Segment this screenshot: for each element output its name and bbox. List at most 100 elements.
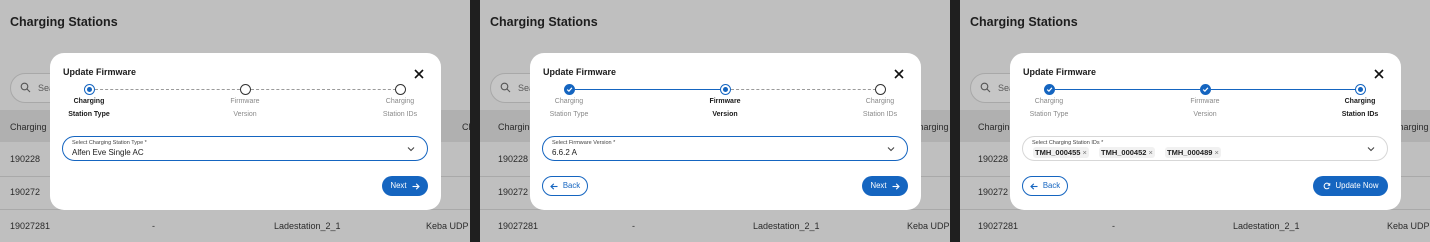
stepper-connector <box>731 89 881 90</box>
search-icon <box>980 82 991 93</box>
step-label-line: Station IDs <box>862 110 898 118</box>
step-label-line: Station Type <box>1029 110 1069 118</box>
step-label-station-type: Charging Station Type <box>1009 96 1089 121</box>
field-value: 6.6.2 A <box>552 148 577 157</box>
chip-label: TMH_000489 <box>1167 148 1213 157</box>
chip-remove-icon[interactable]: × <box>1082 148 1086 157</box>
station-id-chip[interactable]: TMH_000452 × <box>1099 147 1155 158</box>
field-value: Alfen Eve Single AC <box>72 148 144 157</box>
step-label-firmware-version: Firmware Version <box>685 96 765 121</box>
table-cell-id: 190272 <box>10 187 41 197</box>
step-label-firmware-version: Firmware Version <box>1165 96 1245 121</box>
table-cell-id: 19027281 <box>498 221 539 231</box>
chevron-down-icon <box>887 147 895 152</box>
chip-label: TMH_000455 <box>1035 148 1081 157</box>
step-label-line: Firmware <box>1190 98 1220 105</box>
step-indicator-station-type <box>564 84 575 95</box>
step-indicator-firmware-version <box>1200 84 1211 95</box>
step-label-line: Station Type <box>68 110 110 118</box>
check-icon <box>1202 87 1209 93</box>
stepper-connector <box>1055 89 1205 90</box>
arrow-left-icon <box>1030 182 1038 190</box>
table-cell-id: 19027281 <box>10 221 51 231</box>
column-header-charging: Charging <box>10 122 47 132</box>
next-button[interactable]: Next <box>862 176 908 196</box>
chevron-down-icon <box>1367 147 1375 152</box>
modal-title: Update Firmware <box>543 67 617 77</box>
table-cell-id: 190228 <box>498 154 529 164</box>
step-label-line: Charging <box>1034 98 1064 105</box>
table-cell-dash: - <box>152 221 155 231</box>
field-label: Select Charging Station Type * <box>72 140 147 146</box>
step-indicator-firmware-version <box>720 84 731 95</box>
screen-step-3: Charging Stations Sea Charging Charging … <box>960 0 1430 242</box>
step-label-line: Version <box>712 110 738 118</box>
chip-remove-icon[interactable]: × <box>1214 148 1218 157</box>
step-label-line: Charging <box>865 98 895 105</box>
screen-step-1: Charging Stations Sea Charging Charging … <box>0 0 470 242</box>
step-label-line: Charging <box>554 98 584 105</box>
update-firmware-modal: Update Firmware Charging Station Type Fi… <box>50 53 441 210</box>
step-label-firmware-version: Firmware Version <box>205 96 285 121</box>
close-icon[interactable] <box>1372 67 1386 81</box>
back-button[interactable]: Back <box>542 176 588 196</box>
step-label-line: Charging <box>1344 98 1376 105</box>
table-cell-name: Ladestation_2_1 <box>1233 221 1300 231</box>
table-cell-type: Keba UDP A <box>907 221 950 231</box>
station-ids-multiselect[interactable]: Select Charging Station IDs * TMH_000455… <box>1022 136 1388 161</box>
step-label-line: Charging <box>73 98 105 105</box>
table-cell-dash: - <box>632 221 635 231</box>
table-cell-type: Keba UDP A <box>426 221 470 231</box>
step-label-station-type: Charging Station Type <box>529 96 609 121</box>
table-cell-id: 190228 <box>978 154 1009 164</box>
page-title: Charging Stations <box>490 15 598 29</box>
step-label-station-ids: Charging Station IDs <box>1320 96 1400 121</box>
update-now-button[interactable]: Update Now <box>1313 176 1388 196</box>
step-indicator-station-type <box>1044 84 1055 95</box>
step-label-line: Version <box>1193 110 1217 118</box>
screen-step-2: Charging Stations Sea Charging Charging … <box>480 0 950 242</box>
step-indicator-station-ids <box>1355 84 1366 95</box>
close-icon[interactable] <box>412 67 426 81</box>
back-button[interactable]: Back <box>1022 176 1068 196</box>
next-button[interactable]: Next <box>382 176 428 196</box>
step-label-station-ids: Charging Station IDs <box>840 96 920 121</box>
step-indicator-firmware-version <box>240 84 251 95</box>
step-indicator-station-ids <box>395 84 406 95</box>
page-title: Charging Stations <box>10 15 118 29</box>
field-label: Select Firmware Version * <box>552 140 616 146</box>
station-type-select[interactable]: Select Charging Station Type * Alfen Eve… <box>62 136 428 161</box>
update-firmware-modal: Update Firmware Charging Station Type Fi… <box>530 53 921 210</box>
step-indicator-station-type <box>84 84 95 95</box>
table-cell-type: Keba UDP A <box>1387 221 1430 231</box>
step-label-line: Charging <box>385 98 415 105</box>
step-indicator-station-ids <box>875 84 886 95</box>
step-label-line: Version <box>233 110 257 118</box>
station-id-chip[interactable]: TMH_000489 × <box>1165 147 1221 158</box>
stepper-connector <box>95 89 245 90</box>
step-label-line: Station Type <box>549 110 589 118</box>
chevron-down-icon <box>407 147 415 152</box>
table-cell-dash: - <box>1112 221 1115 231</box>
table-cell-id: 19027281 <box>978 221 1019 231</box>
step-label-line: Station IDs <box>382 110 418 118</box>
chip-label: TMH_000452 <box>1101 148 1147 157</box>
table-cell-id: 190228 <box>10 154 41 164</box>
stepper-connector <box>1211 89 1361 90</box>
firmware-version-select[interactable]: Select Firmware Version * 6.6.2 A <box>542 136 908 161</box>
back-button-label: Back <box>1042 181 1061 190</box>
chip-remove-icon[interactable]: × <box>1148 148 1152 157</box>
arrow-right-icon <box>892 182 900 190</box>
back-button-label: Back <box>562 181 581 190</box>
modal-title: Update Firmware <box>63 67 137 77</box>
arrow-right-icon <box>412 182 420 190</box>
step-label-line: Firmware <box>230 98 260 105</box>
column-header-charging-station: Charging St <box>462 122 470 132</box>
station-id-chip[interactable]: TMH_000455 × <box>1033 147 1089 158</box>
page-title: Charging Stations <box>970 15 1078 29</box>
arrow-left-icon <box>550 182 558 190</box>
update-firmware-modal: Update Firmware Charging Station Type Fi… <box>1010 53 1401 210</box>
table-cell-id: 190272 <box>498 187 529 197</box>
close-icon[interactable] <box>892 67 906 81</box>
step-label-line: Firmware <box>709 98 741 105</box>
